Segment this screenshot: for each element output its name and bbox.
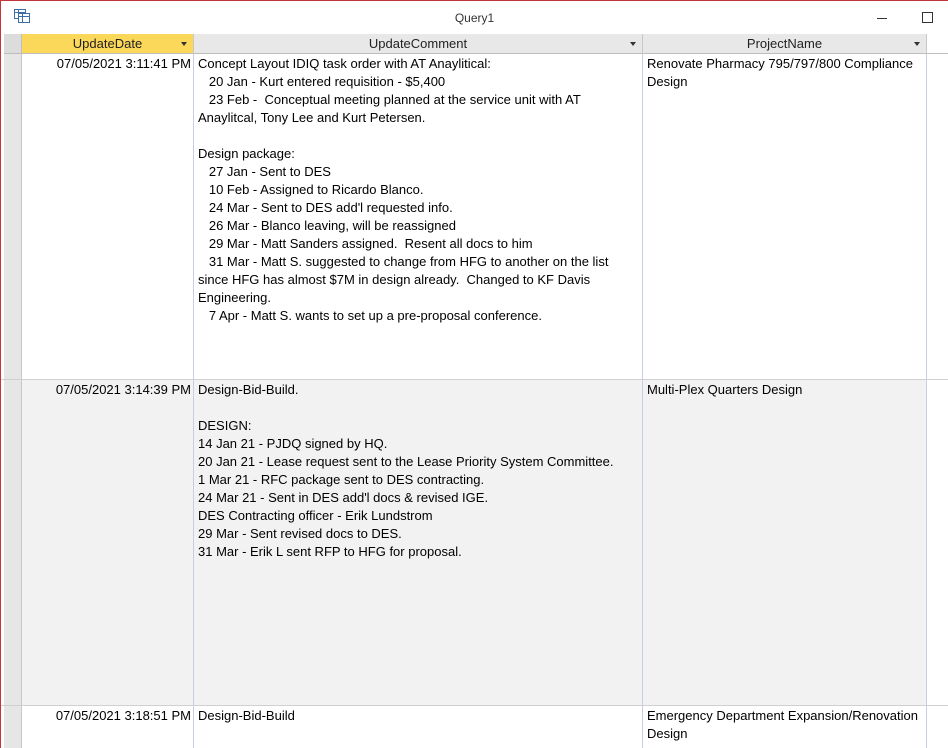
column-header-updatedate[interactable]: UpdateDate [22,34,194,54]
update-date-cell[interactable]: 07/05/2021 3:18:51 PM [22,706,194,748]
filter-dropdown-icon[interactable] [630,42,636,46]
filter-dropdown-icon[interactable] [914,42,920,46]
table-row: 07/05/2021 3:11:41 PM Concept Layout IDI… [1,54,948,380]
update-date-cell[interactable]: 07/05/2021 3:14:39 PM [22,380,194,705]
update-date-cell[interactable]: 07/05/2021 3:11:41 PM [22,54,194,379]
column-header-updatecomment[interactable]: UpdateComment [194,34,643,54]
select-all-button[interactable] [4,34,22,54]
column-header-projectname[interactable]: ProjectName [643,34,927,54]
datasheet-grid: UpdateDate UpdateComment ProjectName 07/… [1,34,948,748]
record-selector[interactable] [4,706,22,748]
title-bar: Query1 [1,1,948,34]
window-title: Query1 [454,11,495,25]
project-name-cell[interactable]: Renovate Pharmacy 795/797/800 Compliance… [643,54,927,379]
filter-dropdown-icon[interactable] [181,42,187,46]
update-comment-cell[interactable]: Design-Bid-Build [194,706,643,748]
project-name-cell[interactable]: Multi-Plex Quarters Design [643,380,927,705]
update-comment-cell[interactable]: Design-Bid-Build. DESIGN: 14 Jan 21 - PJ… [194,380,643,705]
record-selector[interactable] [4,380,22,705]
maximize-button[interactable] [914,6,940,28]
query-window: Query1 UpdateDate UpdateComment ProjectN… [0,0,948,748]
table-row: 07/05/2021 3:18:51 PM Design-Bid-Build E… [1,706,948,748]
column-header-label: UpdateComment [368,36,468,51]
project-name-cell[interactable]: Emergency Department Expansion/Renovatio… [643,706,927,748]
record-selector[interactable] [4,54,22,379]
column-header-label: UpdateDate [72,36,143,51]
minimize-icon [877,17,887,19]
column-header-label: ProjectName [746,36,823,51]
column-header-row: UpdateDate UpdateComment ProjectName [1,34,948,54]
minimize-button[interactable] [869,6,895,28]
table-row: 07/05/2021 3:14:39 PM Design-Bid-Build. … [1,380,948,706]
update-comment-cell[interactable]: Concept Layout IDIQ task order with AT A… [194,54,643,379]
maximize-icon [921,11,933,23]
